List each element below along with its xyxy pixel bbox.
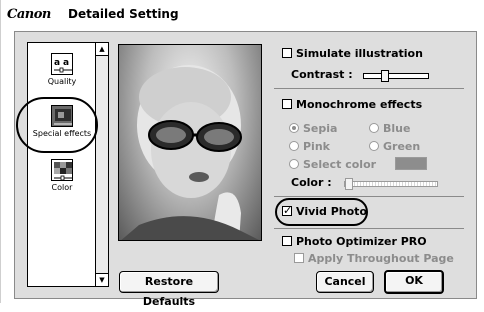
monochrome-effects-label: Monochrome effects — [296, 98, 423, 111]
category-item-quality[interactable]: a a Quality — [28, 53, 96, 86]
category-item-color[interactable]: Color — [28, 159, 96, 192]
radio-blue[interactable]: Blue — [369, 122, 410, 135]
monochrome-effects-box[interactable] — [282, 99, 292, 109]
contrast-label: Contrast : — [291, 68, 353, 81]
photo-optimizer-pro-checkbox[interactable]: Photo Optimizer PRO — [282, 235, 427, 248]
radio-sepia-label: Sepia — [303, 122, 338, 135]
scroll-up-arrow-icon[interactable]: ▲ — [96, 43, 108, 56]
radio-pink-label: Pink — [303, 140, 330, 153]
radio-pink-button[interactable] — [289, 141, 299, 151]
color-slider[interactable] — [344, 178, 438, 190]
color-swatch[interactable] — [395, 157, 427, 170]
apply-throughout-page-checkbox[interactable]: Apply Throughout Page — [294, 252, 454, 265]
simulate-illustration-box[interactable] — [282, 48, 292, 58]
radio-green[interactable]: Green — [369, 140, 420, 153]
radio-sepia-button[interactable] — [289, 123, 299, 133]
contrast-slider-thumb[interactable] — [381, 70, 389, 82]
divider — [274, 88, 464, 89]
ok-button[interactable]: OK — [384, 270, 444, 294]
contrast-slider[interactable] — [363, 70, 429, 82]
preview-image — [118, 44, 262, 241]
svg-text:a: a — [54, 58, 60, 68]
divider — [274, 196, 464, 197]
radio-select-color-label: Select color — [303, 158, 377, 171]
color-icon — [51, 159, 73, 181]
apply-throughout-page-box[interactable] — [294, 253, 304, 263]
monochrome-effects-checkbox[interactable]: Monochrome effects — [282, 98, 422, 111]
vivid-photo-callout-oval — [275, 198, 368, 226]
radio-pink[interactable]: Pink — [289, 140, 330, 153]
special-effects-callout-oval — [16, 97, 98, 153]
radio-select-color[interactable]: Select color — [289, 158, 376, 171]
divider — [274, 228, 464, 229]
dialog-title: Detailed Setting — [68, 7, 179, 21]
simulate-illustration-label: Simulate illustration — [296, 47, 423, 60]
radio-blue-label: Blue — [383, 122, 411, 135]
color-slider-thumb[interactable] — [345, 178, 353, 190]
detailed-setting-dialog: Canon Detailed Setting a a Quality Speci… — [0, 0, 484, 308]
radio-green-button[interactable] — [369, 141, 379, 151]
category-scrollbar[interactable]: ▲ ▼ — [95, 43, 108, 286]
svg-text:a: a — [63, 58, 69, 68]
cancel-button[interactable]: Cancel — [316, 271, 374, 293]
color-label: Color : — [291, 176, 332, 189]
radio-blue-button[interactable] — [369, 123, 379, 133]
photo-optimizer-pro-box[interactable] — [282, 236, 292, 246]
simulate-illustration-checkbox[interactable]: Simulate illustration — [282, 47, 423, 60]
quality-icon: a a — [51, 53, 73, 75]
restore-defaults-button[interactable]: Restore Defaults — [119, 271, 219, 308]
category-list[interactable]: a a Quality Special effects Color ▲ ▼ — [27, 42, 109, 287]
category-label-color: Color — [51, 183, 73, 192]
radio-green-label: Green — [383, 140, 421, 153]
scroll-down-arrow-icon[interactable]: ▼ — [96, 273, 108, 286]
photo-optimizer-pro-label: Photo Optimizer PRO — [296, 235, 427, 248]
apply-throughout-page-label: Apply Throughout Page — [308, 252, 454, 265]
radio-sepia[interactable]: Sepia — [289, 122, 337, 135]
radio-select-color-button[interactable] — [289, 159, 299, 169]
canon-logo: Canon — [7, 7, 51, 22]
category-label-quality: Quality — [47, 77, 77, 86]
title-bar: Canon Detailed Setting — [1, 0, 484, 26]
